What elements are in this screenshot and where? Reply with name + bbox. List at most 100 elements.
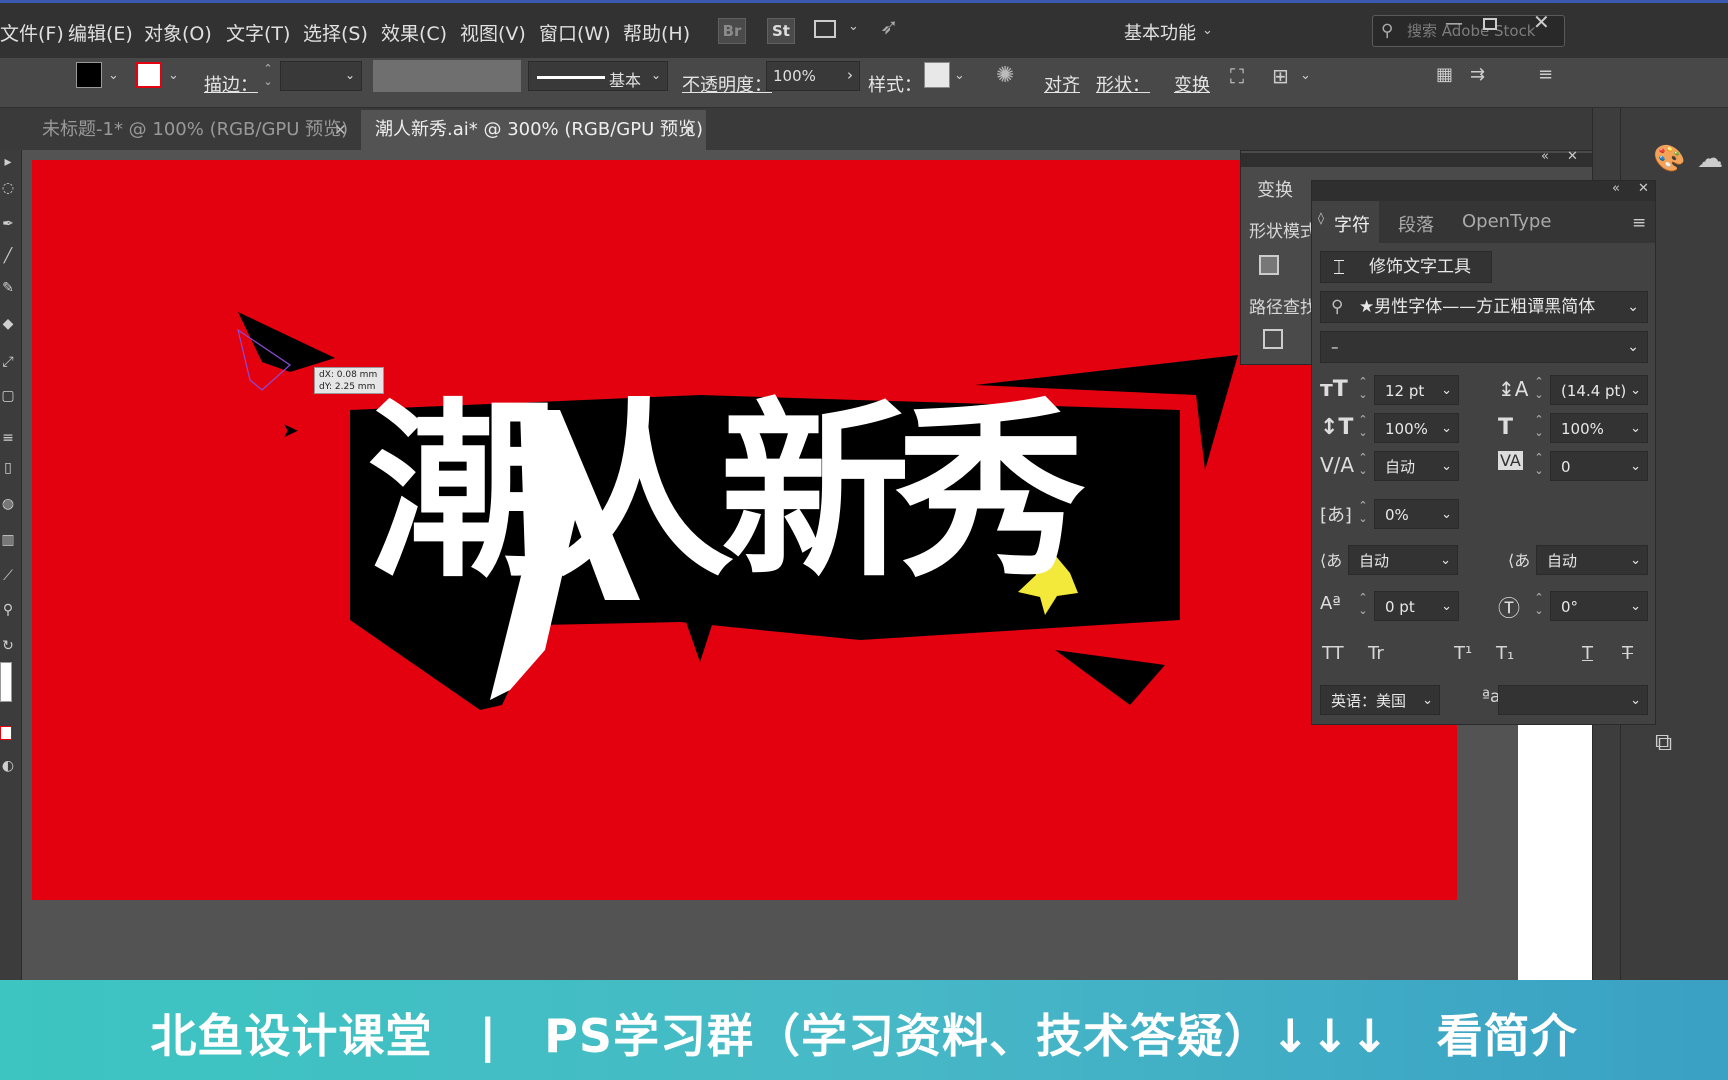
aki-left-value: 自动 xyxy=(1359,552,1390,570)
rotation-value: 0° xyxy=(1561,598,1579,616)
horizontal-scale-input[interactable]: 100% ⌄ xyxy=(1550,413,1648,443)
strikethrough-button[interactable]: T xyxy=(1622,643,1633,664)
insert-space-left-dropdown[interactable]: 自动 ⌄ xyxy=(1348,545,1458,575)
font-family-dropdown[interactable]: ⚲ ★男性字体——方正粗谭黑简体 ⌄ xyxy=(1320,291,1648,323)
subscript-button[interactable]: T₁ xyxy=(1496,643,1514,664)
kerning-stepper[interactable]: ⌃ ⌄ xyxy=(1356,451,1370,481)
chevron-down-icon: ⌄ xyxy=(1441,383,1452,398)
insert-space-right-dropdown[interactable]: 自动 ⌄ xyxy=(1536,545,1648,575)
font-size-stepper[interactable]: ⌃ ⌄ xyxy=(1356,375,1370,405)
search-icon: ⚲ xyxy=(1331,297,1344,317)
chevron-down-icon: ⌄ xyxy=(1630,376,1641,404)
kerning-value: 自动 xyxy=(1385,458,1416,476)
character-panel: « ✕ ◊ 字符 段落 OpenType ≡ ⌶ 修饰文字工具 ⚲ ★男性字体—… xyxy=(1311,180,1656,725)
chevron-down-icon: ⌄ xyxy=(1627,339,1639,355)
tab-paragraph[interactable]: 段落 xyxy=(1398,211,1434,237)
banner-text: 北鱼设计课堂 | PS学习群（学习资料、技术答疑）↓↓↓ 看简介 xyxy=(150,1009,1578,1063)
chevron-down-icon: ⌄ xyxy=(1630,599,1641,614)
unite-icon[interactable] xyxy=(1259,255,1279,275)
measurement-tooltip: dX: 0.08 mm dY: 2.25 mm xyxy=(314,367,384,394)
font-style-dropdown[interactable]: – ⌄ xyxy=(1320,331,1648,363)
small-caps-button[interactable]: Tr xyxy=(1368,643,1384,664)
language-value: 英语：美国 xyxy=(1331,692,1407,710)
rotation-stepper[interactable]: ⌃ ⌄ xyxy=(1532,591,1546,621)
close-icon[interactable]: ✕ xyxy=(1567,149,1578,164)
chevron-down-icon: ⌄ xyxy=(1630,459,1641,474)
shape-modes-label: 形状模式 xyxy=(1249,222,1317,242)
mouse-cursor-icon: ➤ xyxy=(282,418,299,442)
chevron-down-icon: ⌄ xyxy=(1630,553,1641,568)
horizontal-scale-stepper[interactable]: ⌃ ⌄ xyxy=(1532,413,1546,443)
vertical-scale-icon: ↕T xyxy=(1320,415,1354,440)
character-rotation-input[interactable]: 0° ⌄ xyxy=(1550,591,1648,621)
vertical-scale-stepper[interactable]: ⌃ ⌄ xyxy=(1356,413,1370,443)
vertical-scale-input[interactable]: 100% ⌄ xyxy=(1374,413,1459,443)
collapse-icon[interactable]: « xyxy=(1541,149,1549,164)
kerning-input[interactable]: 自动 ⌄ xyxy=(1374,451,1459,481)
insert-space-right-icon: ⟨あ xyxy=(1508,551,1531,570)
character-rotation-icon: Ⓣ xyxy=(1498,597,1521,622)
tsume-value: 0% xyxy=(1385,506,1409,524)
chevron-down-icon: ⌄ xyxy=(1630,421,1641,436)
tab-character[interactable]: ◊ 字符 xyxy=(1312,201,1379,243)
tooltip-dx: dX: 0.08 mm xyxy=(319,370,378,380)
panel-menu-icon[interactable]: ≡ xyxy=(1632,213,1646,233)
baseline-value: 0 pt xyxy=(1385,598,1415,616)
font-family-value: ★男性字体——方正粗谭黑简体 xyxy=(1359,297,1596,317)
chevron-down-icon: ⌄ xyxy=(1441,599,1452,614)
horizontal-scale-value: 100% xyxy=(1561,420,1604,438)
tracking-stepper[interactable]: ⌃ ⌄ xyxy=(1532,451,1546,481)
anti-aliasing-dropdown[interactable]: ⌄ xyxy=(1498,685,1648,715)
tracking-input[interactable]: 0 ⌄ xyxy=(1550,451,1648,481)
chevron-down-icon: ⌄ xyxy=(1422,693,1433,708)
baseline-shift-icon: Aª xyxy=(1320,593,1341,614)
font-size-value: 12 pt xyxy=(1385,382,1425,400)
artwork-title-text[interactable]: 潮人新秀 xyxy=(368,398,1086,588)
tracking-value: 0 xyxy=(1561,458,1571,476)
tooltip-dy: dY: 2.25 mm xyxy=(319,382,376,392)
chevron-down-icon: ⌄ xyxy=(1627,299,1639,315)
horizontal-scale-icon: T xyxy=(1498,415,1514,440)
leading-stepper[interactable]: ⌃ ⌄ xyxy=(1532,375,1546,405)
aki-right-value: 自动 xyxy=(1547,552,1578,570)
tsume-stepper[interactable]: ⌃ ⌄ xyxy=(1356,499,1370,529)
close-icon[interactable]: ✕ xyxy=(1638,181,1649,196)
superscript-button[interactable]: T¹ xyxy=(1454,643,1472,664)
chevron-down-icon: ⌄ xyxy=(1441,421,1452,436)
leading-input[interactable]: (14.4 pt) ⌄ xyxy=(1550,375,1648,405)
insert-space-left-icon: ⟨あ xyxy=(1320,551,1343,570)
touch-type-tool-button[interactable]: ⌶ 修饰文字工具 xyxy=(1320,251,1492,283)
libraries-icon[interactable]: ☁ xyxy=(1697,144,1723,174)
color-panel-icon[interactable]: 🎨 xyxy=(1653,144,1685,174)
baseline-shift-stepper[interactable]: ⌃ ⌄ xyxy=(1356,591,1370,621)
bottom-shard[interactable] xyxy=(686,622,712,662)
tsume-input[interactable]: 0% ⌄ xyxy=(1374,499,1459,529)
panel-options-icon: ◊ xyxy=(1318,211,1324,225)
baseline-shift-input[interactable]: 0 pt ⌄ xyxy=(1374,591,1459,621)
chevron-down-icon: ⌄ xyxy=(1441,459,1452,474)
font-size-icon: ᴛT xyxy=(1320,377,1348,402)
touch-type-icon: ⌶ xyxy=(1333,255,1345,279)
vertical-scale-value: 100% xyxy=(1385,420,1428,438)
panel-title-strip xyxy=(1312,181,1655,201)
chevron-down-icon: ⌄ xyxy=(1440,553,1451,568)
leading-icon: ↨A xyxy=(1498,377,1529,401)
underline-button[interactable]: T xyxy=(1582,643,1593,664)
touch-type-label: 修饰文字工具 xyxy=(1369,257,1471,277)
font-size-input[interactable]: 12 pt ⌄ xyxy=(1374,375,1459,405)
kerning-icon: V/A xyxy=(1320,453,1355,477)
bottom-right-shard[interactable] xyxy=(1055,650,1165,705)
chevron-down-icon: ⌄ xyxy=(1441,507,1452,522)
collapse-icon[interactable]: « xyxy=(1612,181,1620,196)
language-dropdown[interactable]: 英语：美国 ⌄ xyxy=(1320,685,1440,715)
all-caps-button[interactable]: TT xyxy=(1322,643,1344,664)
chevron-down-icon: ⌄ xyxy=(1630,693,1641,708)
leading-value: (14.4 pt) xyxy=(1561,382,1627,400)
tab-opentype[interactable]: OpenType xyxy=(1462,211,1551,232)
tab-transform[interactable]: 变换 xyxy=(1257,176,1293,202)
divide-icon[interactable] xyxy=(1263,329,1283,349)
tab-character-label: 字符 xyxy=(1334,215,1370,236)
tracking-icon: VA xyxy=(1498,451,1523,470)
layers-icon[interactable]: ⧉ xyxy=(1655,728,1672,756)
tsume-icon: ⁅あ⁆ xyxy=(1320,505,1353,526)
